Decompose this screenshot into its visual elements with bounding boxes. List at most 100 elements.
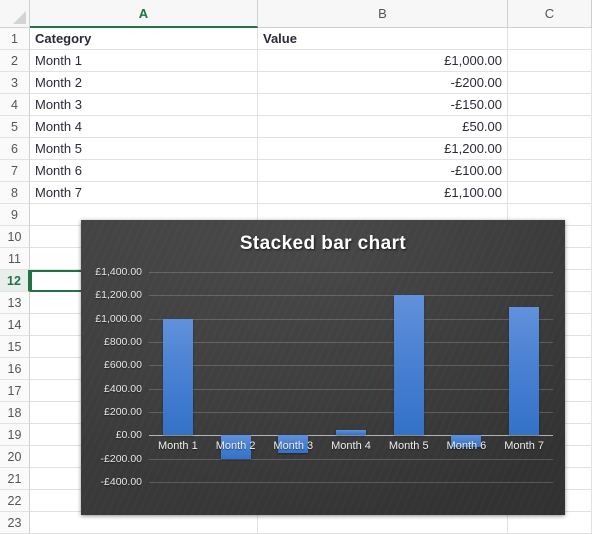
column-header-a[interactable]: A: [30, 0, 258, 28]
cell-value-7[interactable]: £1,100.00: [258, 182, 508, 204]
cell-category-6[interactable]: Month 6: [30, 160, 258, 182]
row-header-18[interactable]: 18: [0, 402, 30, 424]
row-header-6[interactable]: 6: [0, 138, 30, 160]
row-header-19[interactable]: 19: [0, 424, 30, 446]
cell-empty[interactable]: [30, 512, 258, 534]
cell-text: £1,100.00: [444, 185, 502, 200]
chart-x-axis-label: Month 5: [389, 440, 429, 452]
row-header-label: 18: [8, 406, 22, 420]
chart-y-axis-label: -£200.00: [101, 453, 142, 465]
row-header-5[interactable]: 5: [0, 116, 30, 138]
select-all-button[interactable]: [0, 0, 30, 28]
chart-gridline: [149, 482, 553, 483]
cell-empty[interactable]: [508, 512, 592, 534]
cell-empty[interactable]: [508, 182, 592, 204]
row-header-17[interactable]: 17: [0, 380, 30, 402]
row-header-label: 11: [8, 252, 21, 266]
cell-value-3[interactable]: -£150.00: [258, 94, 508, 116]
cell-text: Value: [263, 31, 297, 46]
chart-x-axis-label: Month 6: [447, 440, 487, 452]
chart-bar-1[interactable]: [163, 319, 193, 436]
chart-title: Stacked bar chart: [81, 233, 565, 255]
row-header-10[interactable]: 10: [0, 226, 30, 248]
cell-empty[interactable]: [508, 94, 592, 116]
row-header-16[interactable]: 16: [0, 358, 30, 380]
cell-value-1[interactable]: £1,000.00: [258, 50, 508, 72]
cell-category-5[interactable]: Month 5: [30, 138, 258, 160]
chart-gridline: [149, 295, 553, 296]
row-header-22[interactable]: 22: [0, 490, 30, 512]
cell-a1-header[interactable]: Category: [30, 28, 258, 50]
cell-category-7[interactable]: Month 7: [30, 182, 258, 204]
cell-b1-header[interactable]: Value: [258, 28, 508, 50]
row-header-15[interactable]: 15: [0, 336, 30, 358]
cell-empty[interactable]: [508, 138, 592, 160]
row-header-label: 23: [8, 516, 22, 530]
chart-bar-5[interactable]: [394, 295, 424, 435]
cell-value-2[interactable]: -£200.00: [258, 72, 508, 94]
cell-empty[interactable]: [258, 512, 508, 534]
column-header-b[interactable]: B: [258, 0, 508, 28]
row-header-12[interactable]: 12: [0, 270, 30, 292]
chart-x-axis-label: Month 1: [158, 440, 198, 452]
chart-x-axis-label: Month 3: [273, 440, 313, 452]
cell-empty[interactable]: [508, 160, 592, 182]
chart-gridline: [149, 365, 553, 366]
select-all-triangle-icon: [13, 11, 26, 24]
chart-x-axis-label: Month 2: [216, 440, 256, 452]
row-header-label: 14: [8, 318, 22, 332]
row-header-7[interactable]: 7: [0, 160, 30, 182]
excel-worksheet-window: ABC 123456789101112131415161718192021222…: [0, 0, 602, 533]
chart-gridline: [149, 272, 553, 273]
chart-bar-7[interactable]: [509, 307, 539, 435]
chart-object[interactable]: Stacked bar chart £1,400.00£1,200.00£1,0…: [81, 220, 565, 515]
cell-text: Month 4: [35, 119, 82, 134]
cell-value-5[interactable]: £1,200.00: [258, 138, 508, 160]
chart-gridline: [149, 389, 553, 390]
row-header-2[interactable]: 2: [0, 50, 30, 72]
row-header-label: 21: [8, 472, 22, 486]
cell-category-3[interactable]: Month 3: [30, 94, 258, 116]
row-header-label: 13: [8, 296, 22, 310]
cell-text: Month 6: [35, 163, 82, 178]
chart-plot-area: £1,400.00£1,200.00£1,000.00£800.00£600.0…: [149, 272, 553, 482]
row-header-4[interactable]: 4: [0, 94, 30, 116]
row-header-label: 22: [8, 494, 22, 508]
chart-bar-4[interactable]: [336, 430, 366, 436]
row-header-23[interactable]: 23: [0, 512, 30, 534]
row-header-8[interactable]: 8: [0, 182, 30, 204]
chart-y-axis-label: £800.00: [104, 336, 142, 348]
row-header-13[interactable]: 13: [0, 292, 30, 314]
row-header-3[interactable]: 3: [0, 72, 30, 94]
cell-text: £1,200.00: [444, 141, 502, 156]
row-header-label: 4: [11, 98, 18, 112]
cell-value-6[interactable]: -£100.00: [258, 160, 508, 182]
cell-category-1[interactable]: Month 1: [30, 50, 258, 72]
column-header-c[interactable]: C: [508, 0, 592, 28]
cell-text: Month 1: [35, 53, 82, 68]
row-header-1[interactable]: 1: [0, 28, 30, 50]
row-header-9[interactable]: 9: [0, 204, 30, 226]
chart-y-axis-label: £0.00: [116, 429, 142, 441]
chart-y-axis-label: £400.00: [104, 383, 142, 395]
chart-gridline: [149, 459, 553, 460]
chart-y-axis-label: -£400.00: [101, 476, 142, 488]
cell-empty[interactable]: [508, 72, 592, 94]
cell-value-4[interactable]: £50.00: [258, 116, 508, 138]
row-header-11[interactable]: 11: [0, 248, 30, 270]
cell-category-2[interactable]: Month 2: [30, 72, 258, 94]
cell-empty[interactable]: [508, 28, 592, 50]
cell-text: Month 3: [35, 97, 82, 112]
chart-y-axis-label: £1,000.00: [95, 313, 142, 325]
chart-gridline: [149, 412, 553, 413]
cell-category-4[interactable]: Month 4: [30, 116, 258, 138]
row-header-14[interactable]: 14: [0, 314, 30, 336]
cell-text: Month 7: [35, 185, 82, 200]
row-header-21[interactable]: 21: [0, 468, 30, 490]
cell-text: £50.00: [462, 119, 502, 134]
row-header-label: 12: [7, 274, 21, 288]
cell-empty[interactable]: [508, 50, 592, 72]
cell-text: -£100.00: [451, 163, 502, 178]
row-header-20[interactable]: 20: [0, 446, 30, 468]
cell-empty[interactable]: [508, 116, 592, 138]
